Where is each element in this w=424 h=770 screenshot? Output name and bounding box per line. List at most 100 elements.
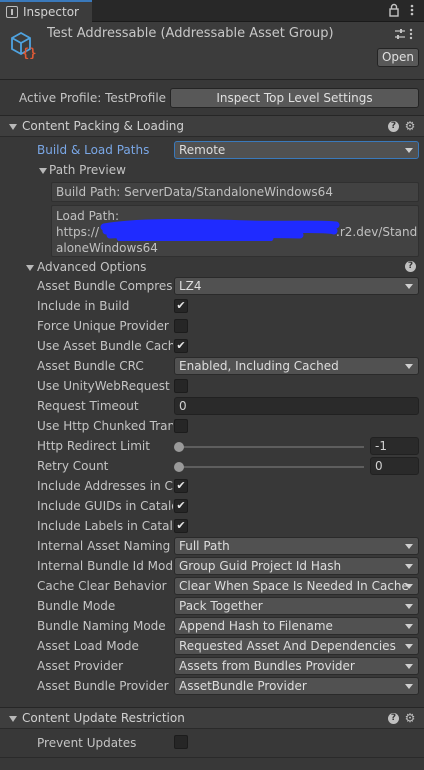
chevron-down-icon	[405, 148, 413, 153]
internal-naming-dropdown[interactable]: Full Path	[174, 537, 419, 555]
prevent-updates-label: Prevent Updates	[37, 736, 137, 750]
dropdown-value: Remote	[179, 143, 226, 157]
open-button[interactable]: Open	[377, 48, 419, 67]
dropdown-value: Clear When Space Is Needed In Cache	[179, 579, 409, 593]
dropdown-value: Full Path	[179, 539, 230, 553]
bundle-provider-label: Asset Bundle Provider	[37, 679, 169, 693]
tab-inspector[interactable]: Inspector	[0, 0, 92, 22]
inspect-top-level-settings-button[interactable]: Inspect Top Level Settings	[170, 88, 419, 108]
include-addresses-label: Include Addresses in Cat	[37, 479, 173, 493]
svg-text:{}: {}	[22, 46, 36, 60]
asset-load-mode-dropdown[interactable]: Requested Asset And Dependencies	[174, 637, 419, 655]
foldout-arrow-icon	[9, 716, 17, 722]
redirect-input[interactable]: -1	[370, 437, 419, 455]
redirect-slider-track[interactable]	[178, 446, 364, 448]
prevent-updates-checkbox[interactable]	[174, 735, 188, 749]
inspector-icon	[6, 6, 18, 18]
cache-clear-label: Cache Clear Behavior	[37, 579, 167, 593]
include-in-build-checkbox[interactable]: ✔	[174, 299, 188, 313]
force-unique-label: Force Unique Provider	[37, 319, 169, 333]
section-content-update[interactable]: Content Update Restriction ? ⚙	[0, 707, 424, 729]
dropdown-value: Enabled, Including Cached	[179, 359, 339, 373]
build-load-paths-label: Build & Load Paths	[37, 143, 150, 157]
chevron-down-icon	[405, 684, 413, 689]
lock-icon[interactable]	[387, 3, 401, 17]
chevron-down-icon	[405, 564, 413, 569]
compression-dropdown[interactable]: LZ4	[174, 277, 419, 295]
cache-clear-dropdown[interactable]: Clear When Space Is Needed In Cache	[174, 577, 419, 595]
footer-divider	[0, 757, 424, 770]
kebab-menu-icon[interactable]	[409, 28, 419, 40]
foldout-arrow-icon[interactable]	[26, 265, 34, 271]
redaction-scribble	[100, 218, 340, 242]
gear-icon[interactable]: ⚙	[404, 120, 416, 132]
addressable-group-icon: {}	[9, 30, 39, 60]
internal-naming-label: Internal Asset Naming M	[37, 539, 173, 553]
bundle-provider-dropdown[interactable]: AssetBundle Provider	[174, 677, 419, 695]
uwr-checkbox[interactable]	[174, 379, 188, 393]
bundle-id-label: Internal Bundle Id Mode	[37, 559, 173, 573]
chunked-checkbox[interactable]	[174, 419, 188, 433]
asset-load-mode-label: Asset Load Mode	[37, 639, 139, 653]
chunked-label: Use Http Chunked Trans	[37, 419, 173, 433]
path-preview-label: Path Preview	[49, 163, 126, 177]
chevron-down-icon	[405, 584, 413, 589]
chevron-down-icon	[405, 544, 413, 549]
bundle-naming-label: Bundle Naming Mode	[37, 619, 166, 633]
help-icon[interactable]: ?	[388, 121, 399, 132]
compression-label: Asset Bundle Compressi	[37, 279, 173, 293]
dropdown-value: AssetBundle Provider	[179, 679, 307, 693]
timeout-input[interactable]: 0	[174, 397, 419, 415]
tab-bar: Inspector	[0, 0, 424, 22]
inspector-header: {} Test Addressable (Addressable Asset G…	[0, 22, 424, 80]
use-cache-label: Use Asset Bundle Cache	[37, 339, 173, 353]
section-title: Content Update Restriction	[22, 711, 185, 725]
redirect-slider-knob[interactable]	[174, 442, 184, 452]
active-profile-label: Active Profile: TestProfile	[19, 91, 167, 105]
asset-provider-dropdown[interactable]: Assets from Bundles Provider	[174, 657, 419, 675]
bundle-id-dropdown[interactable]: Group Guid Project Id Hash	[174, 557, 419, 575]
crc-dropdown[interactable]: Enabled, Including Cached	[174, 357, 419, 375]
gear-icon[interactable]: ⚙	[404, 712, 416, 724]
include-guids-checkbox[interactable]: ✔	[174, 499, 188, 513]
section-content-packing[interactable]: Content Packing & Loading ? ⚙	[0, 115, 424, 137]
dropdown-value: LZ4	[179, 279, 202, 293]
load-path-line2: aloneWindows64	[56, 241, 158, 255]
dropdown-value: Pack Together	[179, 599, 263, 613]
bundle-mode-dropdown[interactable]: Pack Together	[174, 597, 419, 615]
retry-input[interactable]: 0	[370, 457, 419, 475]
kebab-menu-icon[interactable]	[405, 3, 419, 17]
section-title: Content Packing & Loading	[22, 119, 185, 133]
asset-title: Test Addressable (Addressable Asset Grou…	[47, 26, 334, 41]
advanced-options-label: Advanced Options	[37, 260, 147, 274]
build-path-text: Build Path: ServerData/StandaloneWindows…	[56, 185, 333, 199]
chevron-down-icon	[405, 604, 413, 609]
foldout-arrow-icon[interactable]	[39, 168, 47, 174]
preset-icon[interactable]	[394, 28, 406, 40]
include-guids-label: Include GUIDs in Catalog	[37, 499, 173, 513]
redirect-label: Http Redirect Limit	[37, 439, 150, 453]
include-in-build-label: Include in Build	[37, 299, 130, 313]
force-unique-checkbox[interactable]	[174, 319, 188, 333]
retry-slider-track[interactable]	[178, 466, 364, 468]
asset-provider-label: Asset Provider	[37, 659, 124, 673]
help-icon[interactable]: ?	[405, 261, 416, 272]
chevron-down-icon	[405, 624, 413, 629]
bundle-naming-dropdown[interactable]: Append Hash to Filename	[174, 617, 419, 635]
uwr-label: Use UnityWebRequest fo	[37, 379, 173, 393]
chevron-down-icon	[405, 284, 413, 289]
load-path-end: .r2.dev/Stand	[336, 225, 418, 239]
chevron-down-icon	[405, 364, 413, 369]
bundle-mode-label: Bundle Mode	[37, 599, 116, 613]
build-path-field: Build Path: ServerData/StandaloneWindows…	[51, 182, 419, 202]
help-icon[interactable]: ?	[388, 713, 399, 724]
load-path-start: https://	[56, 225, 100, 239]
build-load-paths-dropdown[interactable]: Remote	[174, 141, 419, 159]
use-cache-checkbox[interactable]: ✔	[174, 339, 188, 353]
timeout-label: Request Timeout	[37, 399, 139, 413]
foldout-arrow-icon	[9, 124, 17, 130]
include-labels-checkbox[interactable]: ✔	[174, 519, 188, 533]
retry-slider-knob[interactable]	[174, 462, 184, 472]
retry-label: Retry Count	[37, 459, 109, 473]
include-addresses-checkbox[interactable]: ✔	[174, 479, 188, 493]
